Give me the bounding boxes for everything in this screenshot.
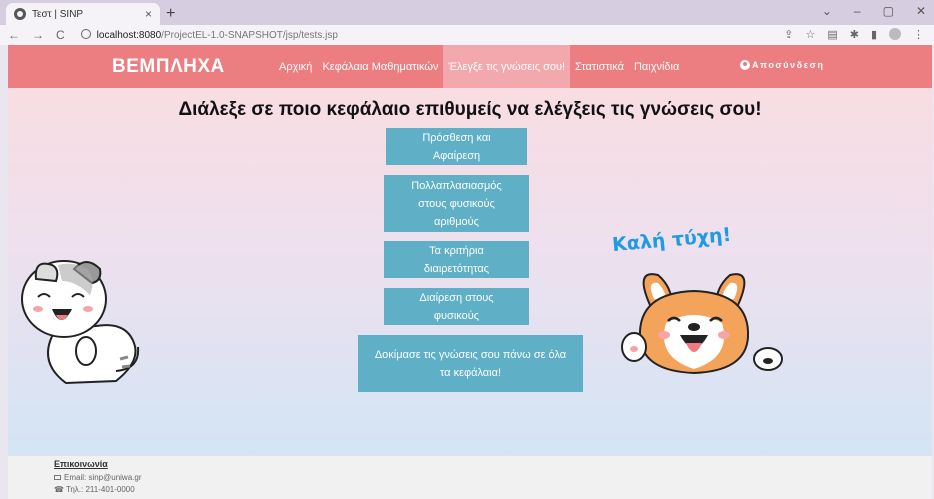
extension-icon[interactable]: ▤: [827, 28, 837, 41]
chapter-button-multiplication[interactable]: Πολλαπλασιασμός στους φυσικούς αριθμούς: [384, 175, 529, 232]
logout-button[interactable]: Αποσύνδεση: [740, 60, 824, 70]
contact-link[interactable]: Επικοινωνία: [54, 459, 108, 469]
chapter-button-all-chapters[interactable]: Δοκίμασε τις γνώσεις σου πάνω σε όλα τα …: [358, 335, 583, 392]
minimize-icon[interactable]: –: [854, 4, 861, 18]
nav-statistics[interactable]: Στατιστικά: [570, 45, 629, 88]
url-field[interactable]: localhost:8080/ProjectEL-1.0-SNAPSHOT/js…: [80, 29, 338, 41]
cat-illustration: [21, 260, 140, 385]
good-luck-text: Καλή τύχη!: [611, 223, 733, 257]
nav-home[interactable]: Αρχική: [274, 45, 317, 88]
footer: Επικοινωνία Email: sinp@uniwa.gr ☎ Τηλ.:…: [8, 455, 932, 499]
window-controls: ⌄ – ▢ ✕: [822, 4, 926, 18]
email-icon: [54, 475, 61, 480]
bookmark-star-icon[interactable]: ☆: [805, 28, 815, 41]
sidepanel-icon[interactable]: ▮: [871, 28, 877, 41]
page-title: Διάλεξε σε ποιο κεφάλαιο επιθυμείς να ελ…: [178, 99, 762, 120]
dog-illustration: [621, 273, 783, 375]
logout-label: Αποσύνδεση: [752, 60, 825, 70]
phone-icon: ☎: [54, 485, 67, 494]
nav-tests[interactable]: Έλεγξε τις γνώσεις σου!: [443, 45, 571, 88]
globe-icon: [14, 8, 26, 20]
profile-avatar[interactable]: [889, 28, 901, 40]
browser-tab-strip: Τεστ | SINP × + ⌄ – ▢ ✕: [0, 0, 934, 25]
close-window-icon[interactable]: ✕: [916, 4, 926, 18]
nav-games[interactable]: Παιχνίδια: [629, 45, 684, 88]
footer-email: Email: sinp@uniwa.gr: [54, 473, 141, 482]
new-tab-button[interactable]: +: [166, 5, 175, 23]
site-navbar: ΒΕΜΠΛΗΧΑ Αρχική Κεφάλαια Μαθηματικών Έλε…: [8, 45, 932, 88]
browser-tab[interactable]: Τεστ | SINP ×: [6, 3, 160, 25]
reload-icon[interactable]: C: [56, 28, 65, 42]
site-info-icon[interactable]: [80, 29, 91, 39]
puzzle-icon[interactable]: ✱: [850, 28, 859, 41]
tab-close-icon[interactable]: ×: [145, 7, 152, 21]
user-icon: [740, 60, 750, 70]
chapter-button-division[interactable]: Διαίρεση στους φυσικούς: [384, 288, 529, 325]
share-icon[interactable]: ⇪: [784, 28, 793, 41]
menu-dots-icon[interactable]: ⋮: [913, 28, 924, 41]
nav-chapters[interactable]: Κεφάλαια Μαθηματικών: [317, 45, 443, 88]
chapter-button-addition[interactable]: Πρόσθεση και Αφαίρεση: [386, 128, 527, 165]
back-icon[interactable]: ←: [8, 28, 20, 42]
maximize-icon[interactable]: ▢: [883, 4, 894, 18]
chapter-button-divisibility[interactable]: Τα κριτήρια διαιρετότητας: [384, 241, 529, 278]
browser-toolbar: ⇪ ☆ ▤ ✱ ▮ ⋮: [784, 28, 924, 41]
address-bar: ← → C localhost:8080/ProjectEL-1.0-SNAPS…: [0, 25, 934, 45]
tab-search-icon[interactable]: ⌄: [822, 4, 832, 18]
site-brand[interactable]: ΒΕΜΠΛΗΧΑ: [112, 56, 225, 78]
page: ΒΕΜΠΛΗΧΑ Αρχική Κεφάλαια Μαθηματικών Έλε…: [8, 45, 932, 499]
nav-links: Αρχική Κεφάλαια Μαθηματικών Έλεγξε τις γ…: [274, 45, 684, 88]
forward-icon[interactable]: →: [32, 28, 44, 42]
footer-phone: ☎ Τηλ.: 211-401-0000: [54, 485, 135, 494]
tab-title: Τεστ | SINP: [32, 8, 84, 20]
